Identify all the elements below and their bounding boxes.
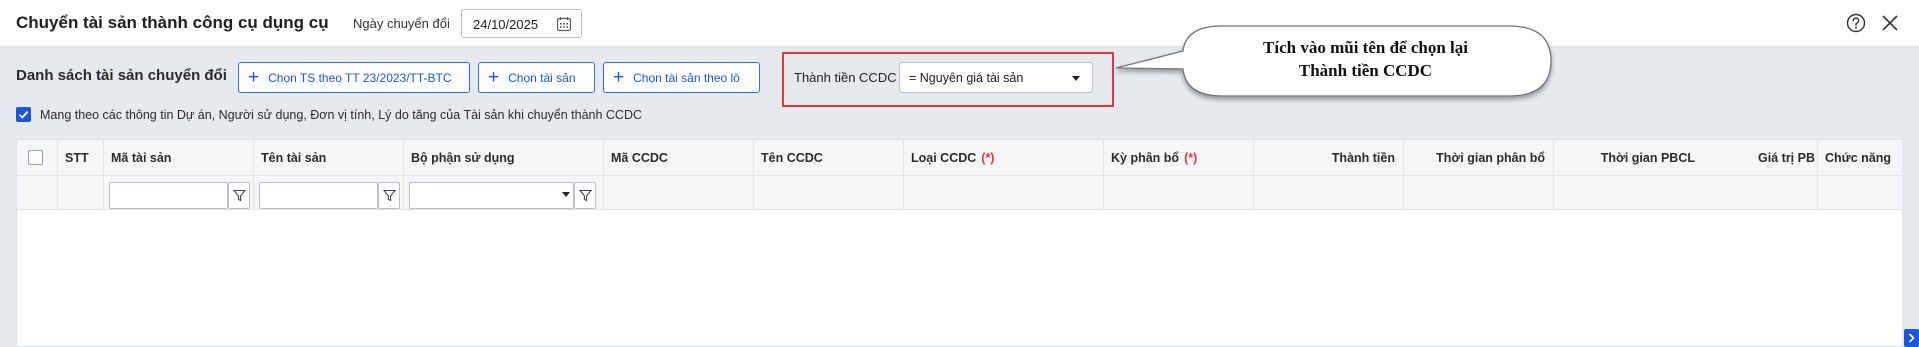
close-icon[interactable] (1881, 14, 1899, 32)
col-header-department: Bộ phận sử dụng (411, 151, 515, 165)
choose-asset-button[interactable]: + Chọn tài sản (478, 62, 595, 93)
col-header-ccdc-code: Mã CCDC (611, 151, 668, 165)
col-header-ccdc-type: Loại CCDC (*) (911, 151, 995, 165)
col-divider (1553, 140, 1554, 210)
col-header-pbcl-time: Thời gian PBCL (1600, 151, 1695, 165)
col-header-ccdc-name: Tên CCDC (761, 151, 823, 165)
filter-icon (383, 189, 396, 202)
plus-icon: + (248, 67, 260, 88)
calendar-icon[interactable] (556, 16, 572, 32)
col-divider (403, 140, 404, 210)
plus-icon: + (488, 67, 500, 88)
help-icon[interactable] (1846, 13, 1866, 33)
highlight-box (782, 52, 1114, 107)
department-filter-select[interactable] (409, 182, 574, 209)
col-divider (253, 140, 254, 210)
col-divider (1253, 140, 1254, 210)
col-header-actions: Chức năng (1825, 151, 1891, 165)
asset-code-filter-input[interactable] (109, 182, 228, 209)
callout-line-1: Tích vào mũi tên để chọn lại (1263, 38, 1468, 57)
col-header-asset-code: Mã tài sản (111, 151, 172, 165)
department-filter-button[interactable] (574, 182, 596, 209)
carry-info-checkbox[interactable] (16, 107, 31, 122)
col-header-period: Kỳ phân bổ (*) (1111, 151, 1198, 165)
page-title: Chuyển tài sản thành công cụ dụng cụ (16, 13, 329, 32)
col-divider (603, 140, 604, 210)
button-label: Chọn tài sản theo lô (633, 70, 740, 85)
choose-asset-tt23-button[interactable]: + Chọn TS theo TT 23/2023/TT-BTC (238, 62, 470, 93)
select-all-checkbox[interactable] (28, 150, 43, 165)
filter-icon (579, 189, 592, 202)
col-header-stt: STT (65, 151, 89, 165)
plus-icon: + (613, 67, 625, 88)
asset-code-filter-button[interactable] (228, 182, 250, 209)
asset-grid: STT Mã tài sản Tên tài sản Bộ phận sử dụ… (16, 139, 1903, 347)
col-divider (57, 140, 58, 210)
button-label: Chọn tài sản (508, 70, 576, 85)
date-picker[interactable]: 24/10/2025 (461, 9, 582, 38)
filter-icon (233, 189, 246, 202)
col-divider (753, 140, 754, 210)
dialog-header: Chuyển tài sản thành công cụ dụng cụ Ngà… (0, 0, 1919, 47)
col-divider (103, 140, 104, 210)
carry-info-label: Mang theo các thông tin Dự án, Người sử … (40, 108, 643, 122)
col-divider (1103, 140, 1104, 210)
col-divider (903, 140, 904, 210)
asset-name-filter-button[interactable] (378, 182, 400, 209)
col-divider (1817, 140, 1818, 210)
check-icon (18, 110, 29, 119)
asset-name-filter-input[interactable] (259, 182, 378, 209)
button-label: Chọn TS theo TT 23/2023/TT-BTC (268, 70, 452, 85)
section-title: Danh sách tài sản chuyển đổi (16, 67, 227, 84)
date-value[interactable]: 24/10/2025 (473, 17, 538, 32)
col-header-pb-value: Giá trị PB (1758, 151, 1815, 165)
callout-line-2: Thành tiền CCDC (1298, 61, 1433, 80)
col-header-amount: Thành tiền (1331, 151, 1395, 165)
date-label: Ngày chuyển đổi (353, 16, 450, 31)
col-header-allocation-time: Thời gian phân bổ (1436, 151, 1545, 165)
choose-asset-by-lot-button[interactable]: + Chọn tài sản theo lô (603, 62, 760, 93)
chevron-right-icon (1908, 333, 1915, 343)
col-header-asset-name: Tên tài sản (261, 151, 327, 165)
col-divider (1403, 140, 1404, 210)
callout-text: Tích vào mũi tên để chọn lại Thành tiền … (1178, 36, 1553, 82)
chevron-down-icon[interactable] (562, 192, 570, 197)
scroll-right-button[interactable] (1904, 329, 1919, 347)
